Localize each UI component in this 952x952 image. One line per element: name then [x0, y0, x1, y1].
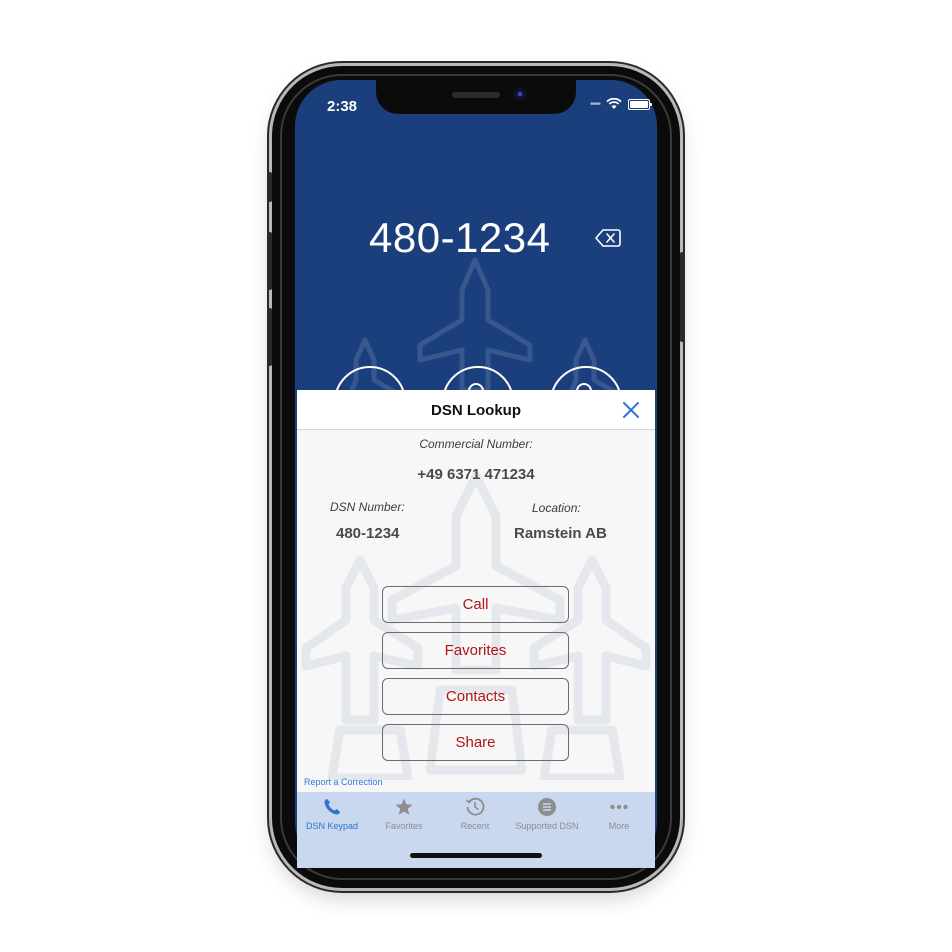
call-button[interactable]: Call	[382, 586, 569, 623]
tab-label: Favorites	[385, 821, 423, 831]
dsn-number-value: 480-1234	[336, 525, 400, 542]
list-icon	[538, 798, 556, 816]
tab-label: More	[608, 821, 630, 831]
front-camera	[514, 88, 526, 100]
battery-icon	[628, 98, 653, 110]
backspace-icon[interactable]	[595, 228, 621, 248]
tab-label: Supported DSN	[515, 821, 579, 831]
home-indicator	[410, 853, 542, 858]
power-button	[680, 252, 684, 342]
commercial-number-label: Commercial Number:	[419, 437, 533, 451]
speaker-grille	[452, 92, 500, 98]
phone-icon	[324, 799, 340, 815]
share-button[interactable]: Share	[382, 724, 569, 761]
commercial-number-value: +49 6371 471234	[417, 466, 535, 483]
location-label: Location:	[532, 501, 581, 515]
location-value: Ramstein AB	[514, 525, 607, 542]
contacts-button[interactable]: Contacts	[382, 678, 569, 715]
favorites-button[interactable]: Favorites	[382, 632, 569, 669]
dialed-number: 480-1234	[369, 214, 551, 261]
signal-icon: ••••	[590, 98, 601, 110]
status-time: 2:38	[327, 98, 358, 115]
tab-dsn-keypad[interactable]: DSN Keypad	[297, 797, 367, 831]
volume-down-button	[268, 308, 272, 366]
close-icon[interactable]	[620, 399, 642, 421]
silent-switch	[268, 172, 272, 202]
tab-supported-dsn[interactable]: Supported DSN	[512, 797, 582, 831]
wifi-icon	[606, 98, 622, 109]
ellipsis-icon	[610, 804, 628, 810]
modal-title: DSN Lookup	[431, 402, 521, 419]
tab-recent[interactable]: Recent	[440, 797, 510, 831]
tab-more[interactable]: More	[584, 797, 654, 831]
report-correction-link[interactable]: Report a Correction	[304, 777, 383, 787]
dsn-number-label: DSN Number:	[330, 500, 405, 514]
volume-up-button	[268, 232, 272, 290]
tab-label: Recent	[460, 821, 490, 831]
clock-icon	[465, 797, 485, 816]
status-icons: ••••	[590, 98, 653, 110]
star-icon	[395, 798, 413, 815]
tab-label: DSN Keypad	[305, 821, 359, 831]
tab-favorites[interactable]: Favorites	[369, 797, 439, 831]
